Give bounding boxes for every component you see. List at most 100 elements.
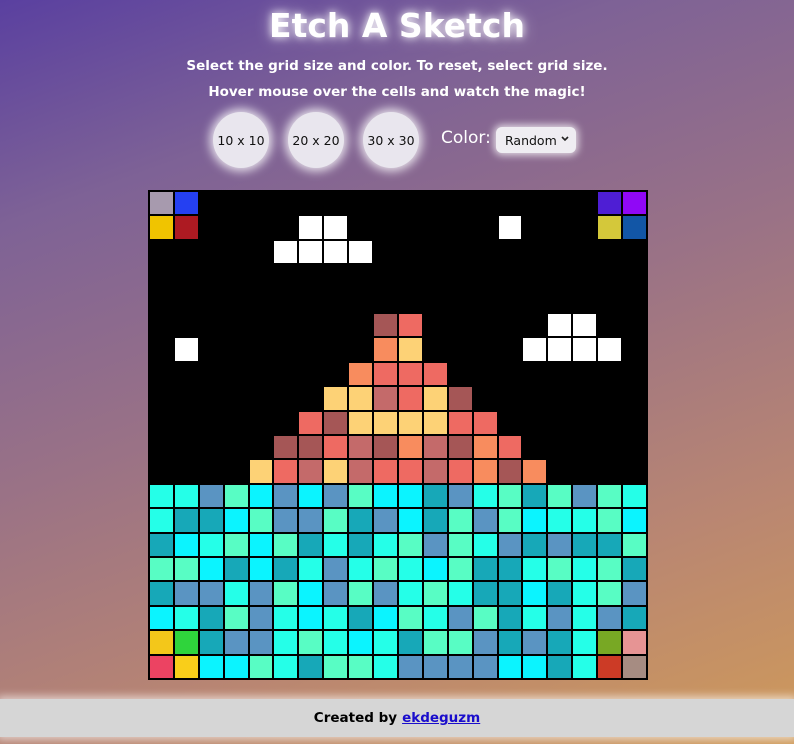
grid-cell[interactable] bbox=[198, 581, 224, 606]
grid-cell[interactable] bbox=[373, 264, 398, 289]
grid-cell[interactable] bbox=[447, 605, 473, 631]
grid-cell[interactable] bbox=[323, 264, 349, 289]
grid-cell[interactable] bbox=[597, 337, 623, 362]
grid-cell[interactable] bbox=[622, 654, 647, 679]
grid-cell[interactable] bbox=[397, 361, 423, 387]
grid-cell[interactable] bbox=[348, 556, 374, 582]
grid-cell[interactable] bbox=[397, 483, 423, 509]
grid-cell[interactable] bbox=[497, 581, 523, 606]
grid-cell[interactable] bbox=[622, 215, 647, 240]
grid-cell[interactable] bbox=[298, 434, 324, 460]
grid-cell[interactable] bbox=[223, 459, 249, 484]
grid-cell[interactable] bbox=[522, 337, 548, 362]
grid-cell[interactable] bbox=[447, 191, 473, 216]
grid-cell[interactable] bbox=[572, 337, 598, 362]
grid-cell[interactable] bbox=[547, 410, 573, 435]
grid-cell[interactable] bbox=[248, 337, 274, 362]
grid-cell[interactable] bbox=[472, 581, 498, 606]
grid-cell[interactable] bbox=[173, 312, 199, 338]
grid-cell[interactable] bbox=[597, 556, 623, 582]
grid-cell[interactable] bbox=[522, 239, 548, 265]
grid-cell[interactable] bbox=[273, 361, 299, 387]
grid-cell[interactable] bbox=[447, 264, 473, 289]
grid-cell[interactable] bbox=[547, 483, 573, 509]
grid-cell[interactable] bbox=[522, 654, 548, 679]
grid-cell[interactable] bbox=[198, 264, 224, 289]
grid-cell[interactable] bbox=[348, 654, 374, 679]
grid-cell[interactable] bbox=[522, 483, 548, 509]
grid-cell[interactable] bbox=[348, 508, 374, 533]
grid-cell[interactable] bbox=[348, 630, 374, 655]
grid-cell[interactable] bbox=[422, 605, 448, 631]
grid-cell[interactable] bbox=[173, 264, 199, 289]
grid-cell[interactable] bbox=[373, 508, 398, 533]
grid-cell[interactable] bbox=[422, 630, 448, 655]
grid-cell[interactable] bbox=[447, 337, 473, 362]
grid-cell[interactable] bbox=[298, 532, 324, 557]
grid-cell[interactable] bbox=[248, 508, 274, 533]
color-select[interactable]: Random bbox=[496, 127, 576, 153]
grid-cell[interactable] bbox=[198, 215, 224, 240]
grid-cell[interactable] bbox=[348, 239, 374, 265]
grid-cell[interactable] bbox=[373, 459, 398, 484]
grid-cell[interactable] bbox=[348, 386, 374, 411]
grid-cell[interactable] bbox=[248, 630, 274, 655]
grid-cell[interactable] bbox=[497, 264, 523, 289]
grid-cell[interactable] bbox=[348, 312, 374, 338]
grid-cell[interactable] bbox=[223, 239, 249, 265]
grid-cell[interactable] bbox=[422, 654, 448, 679]
grid-cell[interactable] bbox=[422, 361, 448, 387]
grid-cell[interactable] bbox=[198, 654, 224, 679]
grid-cell[interactable] bbox=[173, 410, 199, 435]
grid-cell[interactable] bbox=[447, 215, 473, 240]
grid-cell[interactable] bbox=[198, 556, 224, 582]
grid-cell[interactable] bbox=[622, 288, 647, 313]
grid-cell[interactable] bbox=[348, 215, 374, 240]
grid-cell[interactable] bbox=[472, 508, 498, 533]
grid-cell[interactable] bbox=[472, 288, 498, 313]
grid-cell[interactable] bbox=[223, 483, 249, 509]
grid-cell[interactable] bbox=[198, 532, 224, 557]
grid-cell[interactable] bbox=[223, 508, 249, 533]
grid-cell[interactable] bbox=[149, 386, 174, 411]
grid-cell[interactable] bbox=[547, 361, 573, 387]
grid-cell[interactable] bbox=[547, 581, 573, 606]
grid-cell[interactable] bbox=[248, 605, 274, 631]
grid-cell[interactable] bbox=[248, 581, 274, 606]
grid-cell[interactable] bbox=[223, 556, 249, 582]
grid-cell[interactable] bbox=[547, 532, 573, 557]
grid-cell[interactable] bbox=[597, 215, 623, 240]
grid-cell[interactable] bbox=[497, 532, 523, 557]
grid-cell[interactable] bbox=[298, 483, 324, 509]
grid-cell[interactable] bbox=[298, 508, 324, 533]
grid-cell[interactable] bbox=[497, 361, 523, 387]
grid-cell[interactable] bbox=[447, 508, 473, 533]
grid-cell[interactable] bbox=[422, 556, 448, 582]
grid-cell[interactable] bbox=[149, 215, 174, 240]
grid-cell[interactable] bbox=[597, 386, 623, 411]
grid-cell[interactable] bbox=[422, 239, 448, 265]
grid-cell[interactable] bbox=[173, 434, 199, 460]
grid-cell[interactable] bbox=[323, 288, 349, 313]
grid-cell[interactable] bbox=[447, 386, 473, 411]
grid-cell[interactable] bbox=[422, 191, 448, 216]
grid-cell[interactable] bbox=[547, 337, 573, 362]
grid-cell[interactable] bbox=[497, 410, 523, 435]
grid-cell[interactable] bbox=[298, 386, 324, 411]
grid-cell[interactable] bbox=[348, 605, 374, 631]
grid-cell[interactable] bbox=[298, 239, 324, 265]
grid-cell[interactable] bbox=[373, 605, 398, 631]
grid-cell[interactable] bbox=[522, 191, 548, 216]
grid-cell[interactable] bbox=[298, 264, 324, 289]
grid-cell[interactable] bbox=[323, 654, 349, 679]
grid-cell[interactable] bbox=[248, 532, 274, 557]
grid-cell[interactable] bbox=[323, 215, 349, 240]
grid-cell[interactable] bbox=[273, 288, 299, 313]
grid-cell[interactable] bbox=[173, 630, 199, 655]
grid-cell[interactable] bbox=[497, 312, 523, 338]
grid-cell[interactable] bbox=[223, 361, 249, 387]
grid-cell[interactable] bbox=[397, 191, 423, 216]
grid-cell[interactable] bbox=[273, 191, 299, 216]
grid-cell[interactable] bbox=[373, 386, 398, 411]
grid-cell[interactable] bbox=[149, 361, 174, 387]
